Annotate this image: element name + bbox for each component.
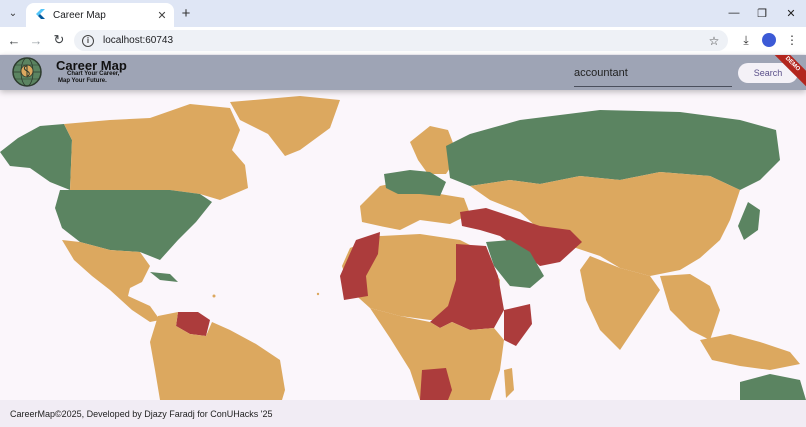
map-region-japan[interactable] xyxy=(738,202,760,240)
kebab-menu-icon[interactable]: ⋮ xyxy=(783,31,801,49)
map-region-island[interactable] xyxy=(212,294,216,298)
map-region-australia[interactable] xyxy=(740,374,806,400)
plus-icon[interactable]: + xyxy=(178,5,194,22)
map-region-indonesia[interactable] xyxy=(700,334,800,370)
app-footer: CareerMap©2025, Developed by Djazy Farad… xyxy=(0,400,806,427)
map-region-somalia[interactable] xyxy=(504,304,532,346)
map-region-alaska[interactable] xyxy=(0,124,72,190)
browser-tab-strip: ⌄ Career Map ✕ + — ❐ ✕ xyxy=(0,0,806,27)
flutter-favicon-icon xyxy=(34,9,46,21)
map-region-caribbean[interactable] xyxy=(150,272,178,282)
download-icon[interactable]: ⤓ xyxy=(737,31,755,49)
star-icon[interactable]: ☆ xyxy=(706,33,722,49)
map-region-island[interactable] xyxy=(316,292,320,296)
url-text[interactable]: localhost:60743 xyxy=(103,35,706,46)
map-region-southeast-asia[interactable] xyxy=(660,274,720,340)
browser-toolbar: ← → ↻ i localhost:60743 ☆ ⤓ ⋮ xyxy=(0,27,806,54)
browser-tab[interactable]: Career Map ✕ xyxy=(26,3,174,27)
address-bar[interactable]: i localhost:60743 ☆ xyxy=(74,30,728,51)
map-region-russia[interactable] xyxy=(446,110,780,190)
map-region-canada[interactable] xyxy=(64,104,248,200)
app-header: Career Map Chart Your Career, Map Your F… xyxy=(0,55,806,90)
brand-tagline-line2: Map Your Future. xyxy=(58,78,107,84)
world-map[interactable] xyxy=(0,90,806,400)
career-map-logo xyxy=(12,57,42,87)
profile-button[interactable] xyxy=(760,31,778,49)
map-region-angola[interactable] xyxy=(420,368,452,400)
close-window-icon[interactable]: ✕ xyxy=(781,4,801,22)
close-icon[interactable]: ✕ xyxy=(154,7,170,23)
restore-icon[interactable]: ❐ xyxy=(752,4,772,22)
info-icon[interactable]: i xyxy=(82,34,94,47)
forward-icon[interactable]: → xyxy=(27,31,45,49)
career-search-input[interactable] xyxy=(574,63,732,87)
map-region-greenland[interactable] xyxy=(230,96,340,156)
map-region-madagascar[interactable] xyxy=(504,368,514,398)
back-icon[interactable]: ← xyxy=(5,31,23,49)
profile-icon xyxy=(762,33,776,47)
tab-search-icon[interactable]: ⌄ xyxy=(4,4,22,22)
footer-text: CareerMap©2025, Developed by Djazy Farad… xyxy=(10,408,273,419)
brand-tagline-line1: Chart Your Career, xyxy=(67,71,120,77)
reload-icon[interactable]: ↻ xyxy=(50,31,68,49)
minimize-icon[interactable]: — xyxy=(724,4,744,22)
tab-title: Career Map xyxy=(53,9,106,21)
map-region-south-america[interactable] xyxy=(150,312,285,400)
